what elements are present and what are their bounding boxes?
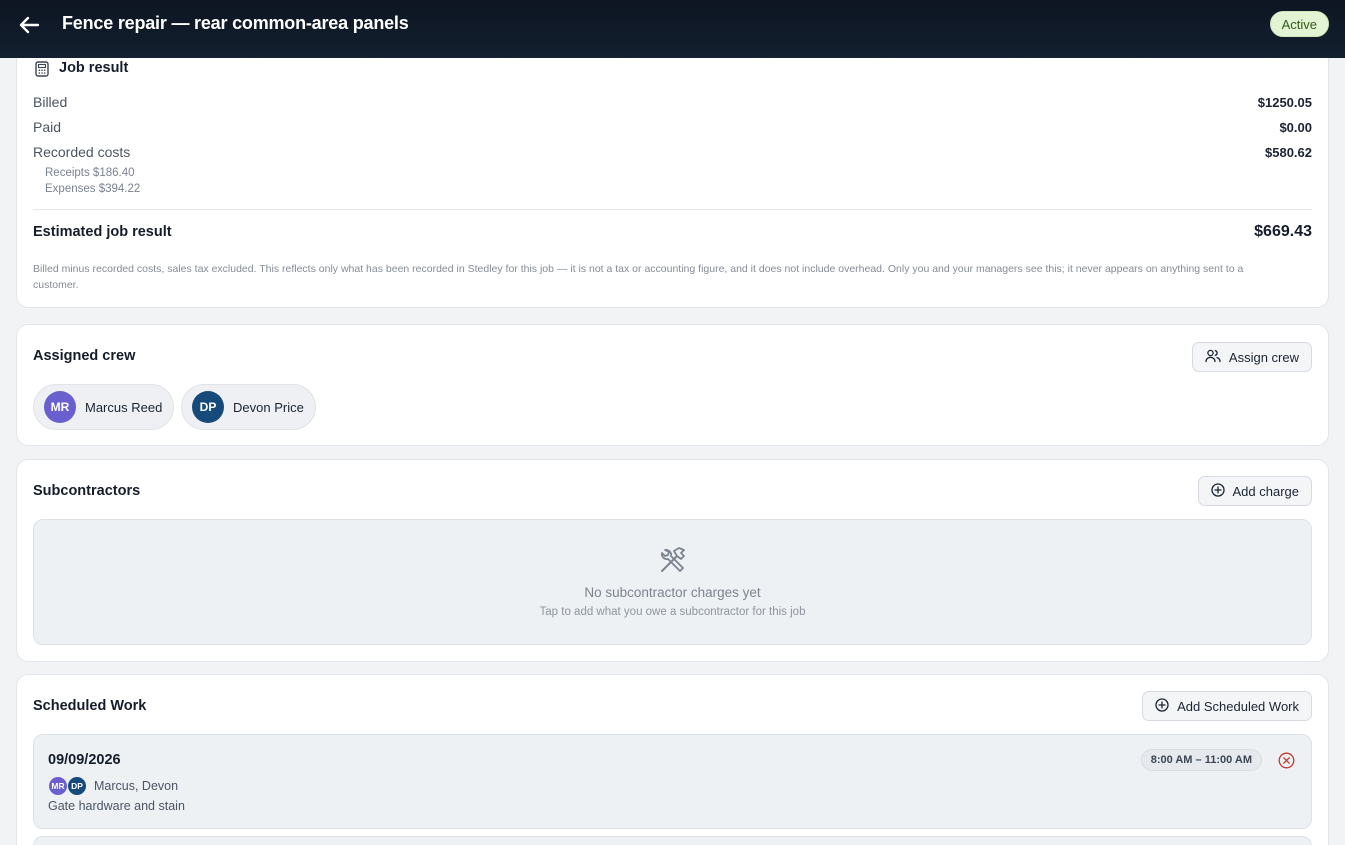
assigned-avatars: MR DP <box>48 776 87 796</box>
paid-label: Paid <box>33 119 62 135</box>
scheduled-description: Gate hardware and stain <box>48 799 185 813</box>
recorded-costs-label: Recorded costs <box>33 144 131 160</box>
avatar: DP <box>67 776 87 796</box>
scheduled-work-card: Scheduled Work Add Scheduled Work 09/09/… <box>16 674 1329 845</box>
crew-chip-devon-price[interactable]: DP Devon Price <box>181 384 316 430</box>
billed-label: Billed <box>33 94 68 110</box>
avatar: MR <box>44 391 76 423</box>
assigned-names: Marcus, Devon <box>94 779 179 793</box>
assign-crew-button[interactable]: Assign crew <box>1191 342 1312 372</box>
plus-circle-icon <box>1155 697 1169 715</box>
subcontractors-title: Subcontractors <box>33 483 141 499</box>
scheduled-date: 09/09/2026 <box>48 752 121 768</box>
add-scheduled-work-label: Add Scheduled Work <box>1177 698 1299 714</box>
users-icon <box>1205 349 1221 366</box>
receipts-breakdown: Receipts $186.40 <box>45 167 135 179</box>
scheduled-work-item[interactable]: 09/09/2026 MR DP Marcus, Devon Gate hard… <box>33 734 1312 829</box>
assigned-crew-title: Assigned crew <box>33 348 136 364</box>
estimated-result-value: $669.43 <box>1254 223 1312 240</box>
add-scheduled-work-button[interactable]: Add Scheduled Work <box>1142 691 1312 721</box>
avatar: DP <box>192 391 224 423</box>
remove-circle-icon[interactable] <box>1278 752 1295 774</box>
recorded-costs-row: Recorded costs $580.62 <box>33 144 1312 162</box>
billed-row: Billed $1250.05 <box>33 94 1312 112</box>
page-title: Fence repair — rear common-area panels <box>62 13 409 33</box>
assigned-crew-card: Assigned crew Assign crew MR Marcus Reed… <box>16 324 1329 446</box>
empty-state-subtitle: Tap to add what you owe a subcontractor … <box>539 606 806 618</box>
job-result-note: Billed minus recorded costs, sales tax e… <box>33 263 1244 291</box>
crew-member-name: Devon Price <box>233 399 304 415</box>
add-charge-button[interactable]: Add charge <box>1197 476 1312 506</box>
subcontractors-empty-state[interactable]: No subcontractor charges yet Tap to add … <box>33 519 1312 645</box>
billed-value: $1250.05 <box>1257 95 1312 110</box>
crew-chip-marcus-reed[interactable]: MR Marcus Reed <box>33 384 175 430</box>
assign-crew-label: Assign crew <box>1228 349 1299 365</box>
status-badge: Active <box>1269 11 1329 37</box>
scheduled-work-item[interactable] <box>33 836 1312 845</box>
paid-value: $0.00 <box>1279 120 1312 135</box>
paid-row: Paid $0.00 <box>33 119 1312 137</box>
job-result-title: Job result <box>59 60 129 76</box>
time-range-badge: 8:00 AM – 11:00 AM <box>1140 749 1262 771</box>
crew-member-name: Marcus Reed <box>85 399 163 415</box>
divider <box>33 209 1312 210</box>
tools-icon <box>655 545 691 582</box>
scheduled-work-title: Scheduled Work <box>33 698 147 714</box>
add-charge-label: Add charge <box>1232 483 1300 499</box>
estimated-result-label: Estimated job result <box>33 224 172 240</box>
top-bar: Fence repair — rear common-area panels A… <box>0 0 1345 58</box>
expenses-breakdown: Expenses $394.22 <box>45 183 141 195</box>
calculator-icon <box>35 61 49 82</box>
plus-circle-icon <box>1210 482 1225 500</box>
back-arrow-icon[interactable] <box>16 12 42 38</box>
subcontractors-card: Subcontractors Add charge No subcontract… <box>16 459 1329 662</box>
empty-state-title: No subcontractor charges yet <box>584 585 761 600</box>
recorded-costs-value: $580.62 <box>1265 145 1312 160</box>
avatar: MR <box>48 776 68 796</box>
job-result-card: Job result Billed $1250.05 Paid $0.00 Re… <box>16 42 1329 308</box>
